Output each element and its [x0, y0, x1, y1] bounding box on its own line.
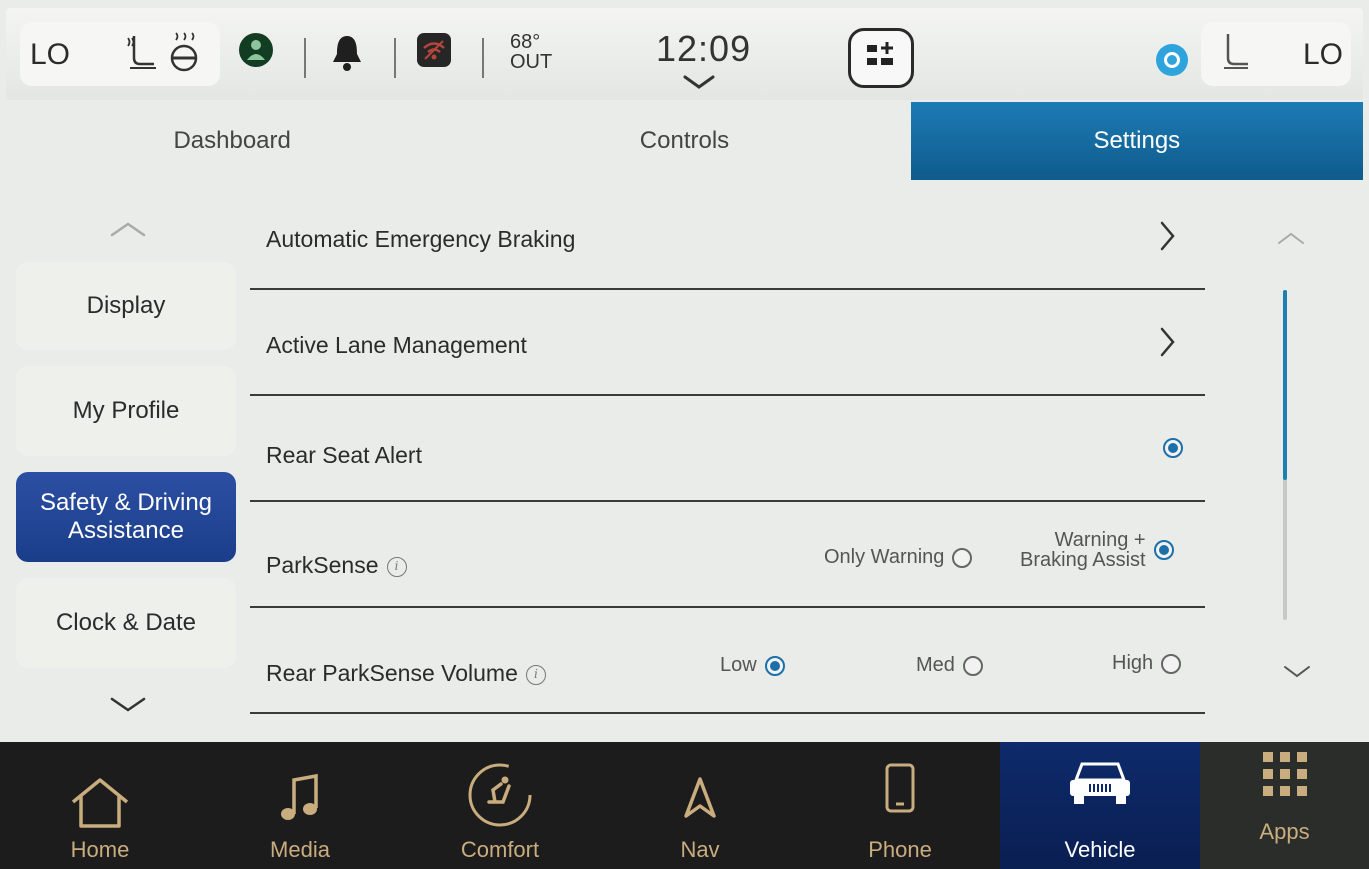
- sidebar-item-label: Clock & Date: [55, 609, 197, 636]
- chevron-down-icon[interactable]: [682, 74, 716, 90]
- heated-steering-wheel-icon[interactable]: [164, 32, 204, 74]
- nav-home[interactable]: Home: [0, 742, 200, 869]
- option-only-warning[interactable]: Only Warning: [824, 546, 973, 569]
- comfort-icon: [468, 763, 532, 827]
- radio-unselected[interactable]: [952, 547, 973, 568]
- option-label: High: [1112, 652, 1154, 674]
- driver-profile-icon[interactable]: [238, 32, 274, 68]
- quick-controls-button[interactable]: [848, 28, 914, 88]
- option-label: Low: [720, 654, 757, 676]
- sidebar-item-clock-date[interactable]: Clock & Date: [16, 578, 236, 668]
- status-divider: [394, 38, 396, 78]
- list-scroll-down-icon[interactable]: [1282, 664, 1312, 680]
- nav-label: Comfort: [460, 837, 540, 862]
- setting-row-active-lane-management[interactable]: Active Lane Management: [250, 290, 1205, 396]
- list-scroll-up-icon[interactable]: [1276, 230, 1306, 246]
- setting-row-rear-parksense-volume: Rear ParkSense Volume i Low Med High: [250, 608, 1205, 714]
- option-med[interactable]: Med: [916, 654, 983, 677]
- quick-controls-icon: [867, 42, 893, 65]
- apps-grid-icon: [1262, 752, 1307, 796]
- nav-label: Home: [70, 837, 130, 862]
- nav-phone[interactable]: Phone: [800, 742, 1000, 869]
- nav-nav[interactable]: Nav: [600, 742, 800, 869]
- outside-temperature: 68° OUT: [510, 32, 570, 72]
- info-icon[interactable]: i: [386, 556, 407, 577]
- outside-temp-label: OUT: [510, 51, 553, 73]
- screen: LO 68° OUT 12:09 LO Dashboard Controls S…: [0, 0, 1369, 869]
- option-high[interactable]: High: [1112, 652, 1182, 675]
- nav-label: Media: [270, 837, 330, 862]
- nav-label: Apps: [1259, 819, 1310, 844]
- home-icon: [71, 778, 129, 828]
- setting-label-group: ParkSense i: [266, 552, 407, 579]
- bottom-nav: Home Media Comfort Nav Phone Vehicle App…: [0, 742, 1369, 869]
- setting-row-rear-seat-alert[interactable]: Rear Seat Alert: [250, 396, 1205, 502]
- passenger-seat-icon[interactable]: [1218, 30, 1252, 74]
- setting-label: Rear ParkSense Volume: [266, 660, 518, 686]
- nav-comfort[interactable]: Comfort: [400, 742, 600, 869]
- outside-temp-value: 68°: [510, 31, 541, 53]
- passenger-temp[interactable]: LO: [1303, 38, 1343, 72]
- driver-temp[interactable]: LO: [30, 38, 70, 72]
- tab-controls[interactable]: Controls: [458, 102, 910, 180]
- setting-label: Active Lane Management: [266, 332, 527, 358]
- tab-dashboard[interactable]: Dashboard: [6, 102, 458, 180]
- setting-label-group: Rear ParkSense Volume i: [266, 660, 546, 687]
- navigation-arrow-icon: [684, 777, 716, 818]
- music-note-icon: [281, 773, 318, 820]
- sidebar-scroll-down-icon[interactable]: [108, 696, 148, 714]
- vehicle-icon: [1070, 762, 1130, 804]
- clock[interactable]: 12:09: [656, 28, 751, 70]
- radio-unselected[interactable]: [962, 655, 983, 676]
- sidebar-item-display[interactable]: Display: [16, 262, 236, 350]
- radio-selected[interactable]: [1153, 540, 1174, 560]
- radio-unselected[interactable]: [1161, 653, 1182, 674]
- tab-settings[interactable]: Settings: [910, 102, 1363, 180]
- sidebar-item-my-profile[interactable]: My Profile: [16, 366, 236, 456]
- setting-label: Rear Seat Alert: [266, 442, 422, 468]
- setting-row-parksense: ParkSense i Only Warning Warning + Brakin…: [250, 502, 1205, 608]
- radio-selected[interactable]: [1163, 438, 1183, 458]
- nav-label: Vehicle: [1064, 837, 1136, 862]
- wifi-disabled-icon[interactable]: [416, 32, 452, 68]
- sidebar-scroll-up-icon[interactable]: [108, 220, 148, 238]
- nav-vehicle[interactable]: Vehicle: [1000, 742, 1200, 869]
- option-label: Only Warning: [824, 546, 945, 568]
- option-warning-braking-assist[interactable]: Warning + Braking Assist: [1020, 530, 1174, 570]
- option-label: Med: [916, 654, 955, 676]
- setting-row-automatic-emergency-braking[interactable]: Automatic Emergency Braking: [250, 184, 1205, 290]
- sidebar-item-label: Display: [86, 292, 166, 319]
- chevron-right-icon: [1160, 221, 1175, 251]
- top-tabs: Dashboard Controls Settings: [6, 102, 1363, 180]
- heated-seat-icon[interactable]: [124, 32, 160, 72]
- alexa-icon[interactable]: [1156, 44, 1188, 76]
- sidebar-item-label: Safety & Driving Assistance: [39, 489, 213, 544]
- status-divider: [304, 38, 306, 78]
- status-bar: LO 68° OUT 12:09 LO: [6, 8, 1363, 100]
- rear-seat-alert-toggle[interactable]: [1155, 438, 1183, 458]
- sidebar-item-label: My Profile: [72, 397, 180, 424]
- nav-label: Phone: [868, 837, 932, 862]
- phone-icon: [885, 763, 915, 813]
- nav-apps[interactable]: Apps: [1200, 742, 1369, 869]
- option-label-group: Warning + Braking Assist: [1020, 530, 1146, 570]
- setting-label: ParkSense: [266, 552, 379, 578]
- sidebar-item-safety-driving-assistance[interactable]: Safety & Driving Assistance: [16, 472, 236, 562]
- radio-selected[interactable]: [764, 655, 785, 676]
- notifications-bell-icon[interactable]: [330, 32, 364, 74]
- option-label: Braking Assist: [1020, 549, 1146, 571]
- status-divider: [482, 38, 484, 78]
- scrollbar-thumb[interactable]: [1283, 290, 1287, 480]
- info-icon[interactable]: i: [525, 664, 546, 685]
- option-label: Warning +: [1054, 529, 1146, 551]
- chevron-right-icon: [1160, 327, 1175, 357]
- nav-label: Nav: [680, 837, 720, 862]
- nav-media[interactable]: Media: [200, 742, 400, 869]
- option-low[interactable]: Low: [720, 654, 785, 677]
- setting-label: Automatic Emergency Braking: [266, 226, 576, 252]
